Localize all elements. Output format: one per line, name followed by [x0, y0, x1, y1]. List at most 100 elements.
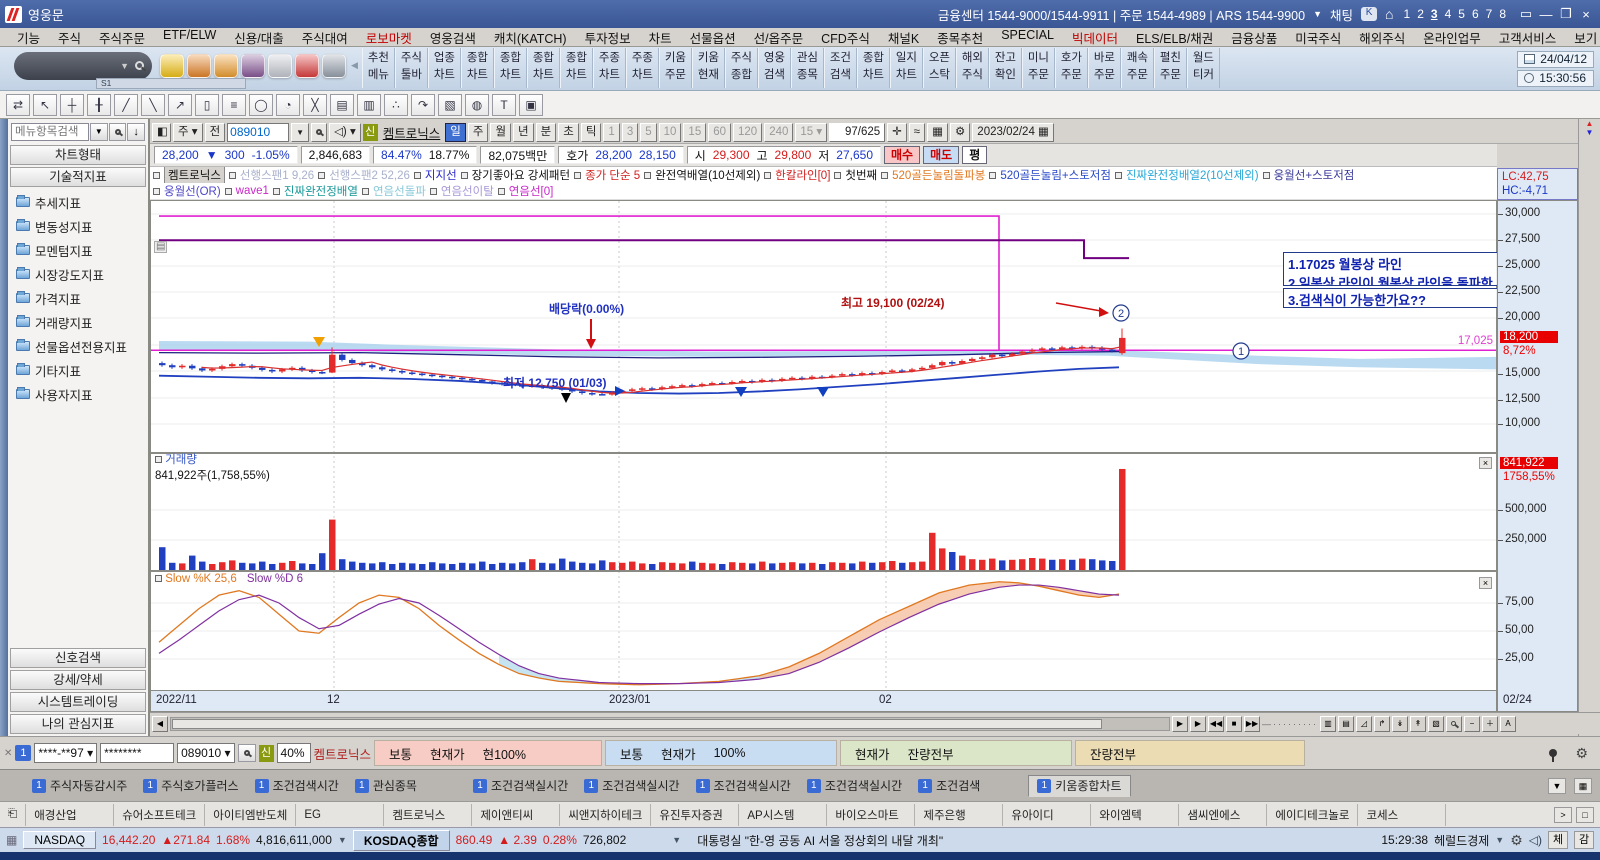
min-max-icon[interactable]: ↱: [1374, 716, 1390, 732]
scroll-left-icon[interactable]: ◀: [152, 716, 168, 732]
menu-item[interactable]: 해외주식: [1350, 28, 1414, 47]
menu-item[interactable]: 고객서비스: [1490, 28, 1566, 47]
toolbar-button[interactable]: 종합 차트: [857, 48, 890, 88]
watchlist-grid-icon[interactable]: □: [1576, 807, 1594, 823]
tab-조건검색시간[interactable]: 1조건검색시간: [247, 775, 347, 797]
toolbar-button[interactable]: 쾌속 주문: [1121, 48, 1154, 88]
screen-number-1[interactable]: 1: [1404, 7, 1411, 21]
minute-button-120[interactable]: 120: [733, 123, 762, 142]
menu-item[interactable]: 빅데이터: [1063, 28, 1127, 47]
chart-date[interactable]: 2023/02/24 ▦: [972, 123, 1054, 142]
indicator-checkbox[interactable]: [498, 188, 505, 195]
draw-tool-icon[interactable]: ⇄: [6, 94, 30, 116]
period-button-주[interactable]: 주: [468, 123, 489, 142]
menu-item[interactable]: 주식주문: [90, 28, 154, 47]
indicator-label[interactable]: 종가 단순 5: [585, 167, 640, 183]
pin-icon[interactable]: [1549, 749, 1557, 757]
screen-number-7[interactable]: 7: [1486, 7, 1493, 21]
indicator-label[interactable]: 선행스팬2 52,26: [329, 167, 410, 183]
scroll-up-icon[interactable]: ▲: [1579, 119, 1600, 128]
toolbar-button[interactable]: 추천 메뉴: [362, 48, 395, 88]
indicator-checkbox[interactable]: [1263, 172, 1270, 179]
toolbar-button[interactable]: 종합 차트: [494, 48, 527, 88]
voice-icon[interactable]: ◁) ▾: [329, 123, 361, 142]
news-ticker[interactable]: 대통령실 "한-영 공동 AI 서울 정상회의 내달 개최": [697, 832, 943, 849]
panel-close-icon[interactable]: ×: [1479, 457, 1492, 469]
draw-tool-icon[interactable]: ▧: [438, 94, 462, 116]
menu-item[interactable]: ELS/ELB/채권: [1127, 28, 1222, 47]
sidebar-footer-신호검색[interactable]: 신호검색: [10, 648, 146, 668]
tab-조건검색실시간[interactable]: 1조건검색실시간: [799, 775, 910, 797]
layout2-icon[interactable]: ▤: [1338, 716, 1354, 732]
speed-slider[interactable]: —·········: [1262, 719, 1318, 729]
period-button-틱[interactable]: 틱: [581, 123, 602, 142]
search-icon[interactable]: [135, 61, 144, 70]
compare-icon[interactable]: ≈: [909, 123, 925, 142]
indicator-label[interactable]: 연음선돌파: [373, 183, 426, 199]
menu-item[interactable]: CFD주식: [812, 28, 879, 47]
toolbar-button[interactable]: 키움 현재: [692, 48, 725, 88]
indicator-label[interactable]: 장기좋아요 강세패턴: [472, 167, 570, 183]
phone-dropdown-icon[interactable]: ▼: [1313, 9, 1322, 19]
indicator-label[interactable]: 520골든눌림+스토저점: [1000, 167, 1111, 183]
index2-label[interactable]: KOSDAQ종합: [353, 830, 450, 851]
period-button-분[interactable]: 분: [536, 123, 557, 142]
draw-tool-icon[interactable]: T: [492, 94, 516, 116]
panel-drag-handle[interactable]: ✕: [4, 748, 12, 759]
watchlist-item-슈어소프트테크[interactable]: 슈어소프트테크: [114, 804, 205, 826]
toolbar-button[interactable]: 오픈 스탁: [923, 48, 956, 88]
source-dropdown-icon[interactable]: ▼: [1495, 835, 1504, 845]
tab-조건검색실시간[interactable]: 1조건검색실시간: [576, 775, 687, 797]
trend-icon[interactable]: ◿: [1356, 716, 1372, 732]
screen-number-5[interactable]: 5: [1458, 7, 1465, 21]
index1-label[interactable]: NASDAQ: [23, 831, 96, 849]
draw-tool-icon[interactable]: ◍: [465, 94, 489, 116]
minute-button-60[interactable]: 60: [708, 123, 731, 142]
watchlist-item-제주은행[interactable]: 제주은행: [915, 804, 1003, 826]
menu-item[interactable]: 보기: [1565, 28, 1600, 47]
order-panel-buy[interactable]: 보통현재가현100%: [374, 740, 602, 766]
indicator-checkbox[interactable]: [153, 172, 160, 179]
search-icon[interactable]: [109, 123, 127, 141]
screen-number-3[interactable]: 3: [1431, 7, 1438, 21]
avg-button[interactable]: 평: [962, 146, 987, 164]
period-button-년[interactable]: 년: [513, 123, 534, 142]
indicator-checkbox[interactable]: [273, 188, 280, 195]
watchlist-item-와이엠텍[interactable]: 와이엠텍: [1091, 804, 1179, 826]
watchlist-item-AP시스템[interactable]: AP시스템: [739, 804, 827, 826]
toolbar-icon-6[interactable]: [322, 54, 346, 78]
toolbar-icon-4[interactable]: [268, 54, 292, 78]
watchlist-item-EG[interactable]: EG: [296, 804, 384, 826]
code-dropdown-icon[interactable]: ▼: [291, 123, 309, 142]
sidebar-item-추세지표[interactable]: 추세지표: [8, 190, 148, 214]
draw-tool-icon[interactable]: ∴: [384, 94, 408, 116]
indicator-checkbox[interactable]: [1115, 172, 1122, 179]
watchlist-item-켐트로닉스[interactable]: 켐트로닉스: [384, 804, 472, 826]
sidebar-item-사용자지표[interactable]: 사용자지표: [8, 382, 148, 406]
indicator-label[interactable]: 한칼라인[0]: [775, 167, 830, 183]
watchlist-item-씨앤지하이테크[interactable]: 씨앤지하이테크: [560, 804, 651, 826]
password-field[interactable]: ********: [100, 743, 174, 763]
rewind-icon[interactable]: ◀◀: [1208, 716, 1224, 732]
indicator-checkbox[interactable]: [881, 172, 888, 179]
panel-handle-icon[interactable]: ▤: [154, 241, 167, 253]
auto-icon[interactable]: A: [1500, 716, 1516, 732]
tab-주식호가플러스[interactable]: 1주식호가플러스: [135, 775, 246, 797]
stock-code-input[interactable]: [227, 123, 289, 142]
home-icon[interactable]: ⌂: [1385, 6, 1393, 22]
watchlist-next-icon[interactable]: >: [1554, 807, 1572, 823]
play-icon[interactable]: ▶: [1190, 716, 1206, 732]
draw-tool-icon[interactable]: ▯: [195, 94, 219, 116]
tab-조건검색[interactable]: 1조건검색: [910, 775, 988, 797]
jeon-button[interactable]: 전: [205, 123, 226, 142]
indicator-checkbox[interactable]: [153, 188, 160, 195]
draw-tool-icon[interactable]: ↖: [33, 94, 57, 116]
indicator-label[interactable]: 연음선[0]: [509, 183, 554, 199]
menu-item[interactable]: 신용/대출: [225, 28, 292, 47]
zoom-out-icon[interactable]: −: [1464, 716, 1480, 732]
indicator-checkbox[interactable]: [764, 172, 771, 179]
watchlist-item-샘씨엔에스[interactable]: 샘씨엔에스: [1179, 804, 1267, 826]
tab-조건검색실시간[interactable]: 1조건검색실시간: [465, 775, 576, 797]
maximize-icon[interactable]: ❐: [1556, 6, 1576, 22]
indicator-label[interactable]: 웅월선(OR): [164, 183, 221, 199]
